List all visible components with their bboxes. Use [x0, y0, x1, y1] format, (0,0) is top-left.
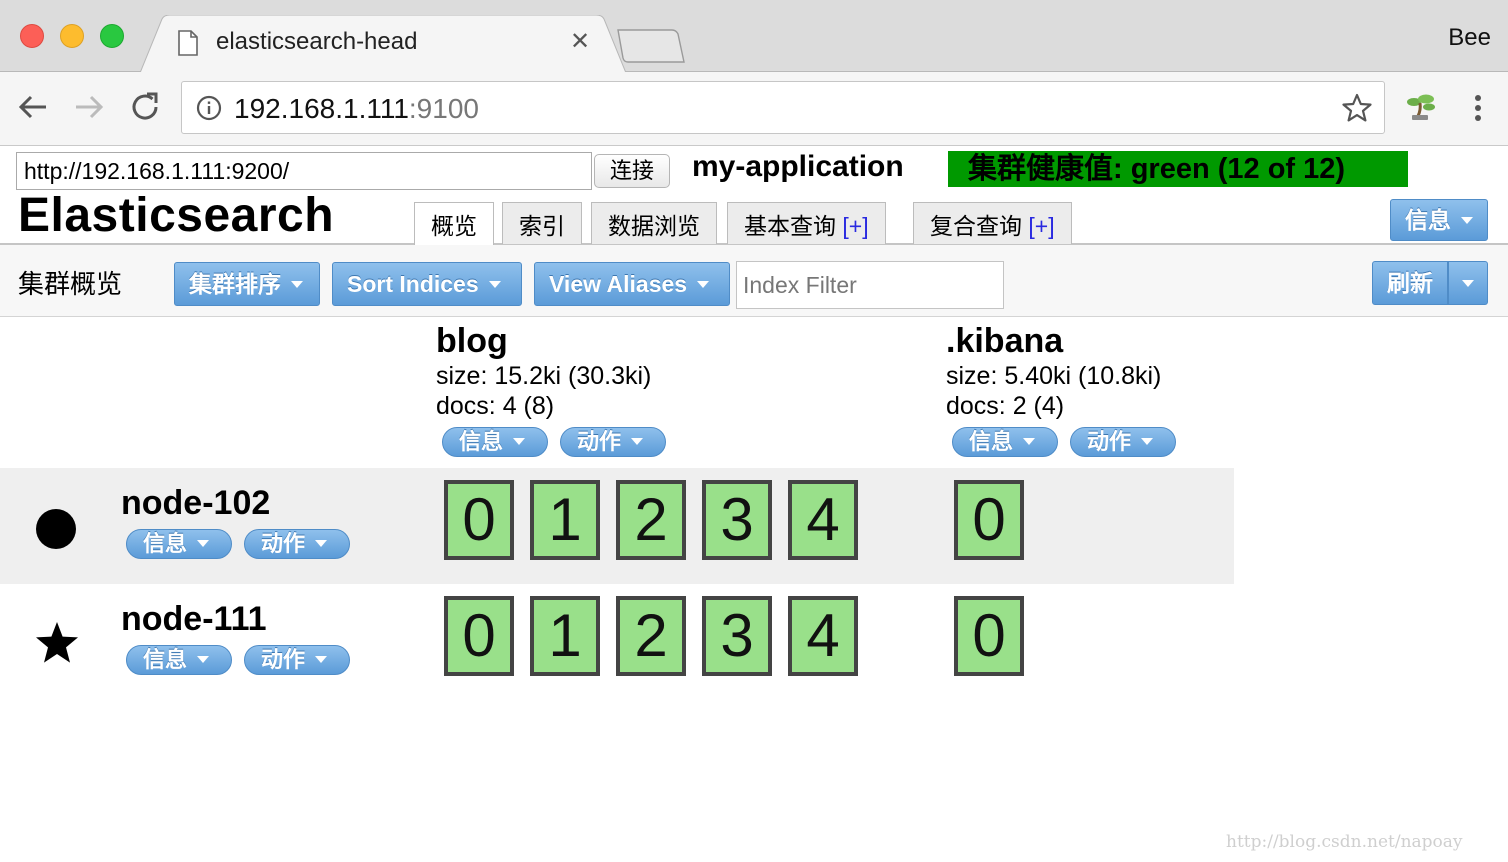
node-info-button-102[interactable]: 信息 [126, 529, 232, 559]
shard-blog-1-node-102[interactable]: 1 [530, 480, 600, 560]
index-action-button-blog[interactable]: 动作 [560, 427, 666, 457]
chevron-down-icon [197, 656, 210, 664]
chevron-down-icon [315, 656, 328, 664]
shard-blog-2-node-102[interactable]: 2 [616, 480, 686, 560]
chevron-down-icon [1462, 279, 1474, 287]
master-node-star-icon [36, 622, 78, 663]
chevron-down-icon [1461, 216, 1473, 224]
index-size-blog: size: 15.2ki (30.3ki) [436, 362, 652, 390]
node-name-102: node-102 [121, 484, 271, 522]
index-docs-blog: docs: 4 (8) [436, 392, 555, 420]
node-action-button-111[interactable]: 动作 [244, 645, 350, 675]
shard-blog-3-node-102[interactable]: 3 [702, 480, 772, 560]
node-name-111: node-111 [121, 600, 267, 638]
master-node-circle-icon [36, 509, 76, 549]
window-minimize-button[interactable] [60, 24, 84, 48]
new-tab-button[interactable] [616, 28, 686, 64]
url-port: :9100 [408, 93, 479, 124]
reload-icon[interactable] [128, 90, 162, 124]
shard-kibana-0-node-111[interactable]: 0 [954, 596, 1024, 676]
shard-blog-0-node-102[interactable]: 0 [444, 480, 514, 560]
kebab-menu-icon[interactable] [1466, 92, 1490, 124]
browser-titlebar: elasticsearch-head ✕ Bee [0, 0, 1508, 73]
sort-indices-button[interactable]: Sort Indices [332, 262, 522, 306]
shard-blog-1-node-111[interactable]: 1 [530, 596, 600, 676]
index-name-blog: blog [436, 322, 508, 360]
index-name-kibana: .kibana [946, 322, 1064, 360]
tab-indices[interactable]: 索引 [502, 202, 582, 244]
basic-query-plus[interactable]: [+] [842, 213, 868, 239]
cluster-name: my-application [692, 150, 904, 183]
index-action-button-kibana[interactable]: 动作 [1070, 427, 1176, 457]
watermark: http://blog.csdn.net/napoay [1226, 832, 1463, 852]
header-info-button[interactable]: 信息 [1390, 199, 1488, 241]
overview-title: 集群概览 [18, 269, 123, 299]
profile-name[interactable]: Bee [1448, 24, 1491, 52]
chevron-down-icon [291, 280, 303, 288]
refresh-button[interactable]: 刷新 [1372, 261, 1448, 305]
sort-cluster-button[interactable]: 集群排序 [174, 262, 320, 306]
connect-button[interactable]: 连接 [594, 154, 670, 188]
index-info-button-kibana[interactable]: 信息 [952, 427, 1058, 457]
app-brand-title: Elasticsearch [18, 189, 335, 242]
view-aliases-button[interactable]: View Aliases [534, 262, 730, 306]
chevron-down-icon [631, 438, 644, 446]
tab-basic-query[interactable]: 基本查询 [+] [727, 202, 886, 244]
refresh-interval-dropdown[interactable] [1448, 261, 1488, 305]
bonsai-extension-icon[interactable] [1404, 90, 1438, 124]
tab-compound-query[interactable]: 复合查询 [+] [913, 202, 1072, 244]
forward-arrow-icon[interactable] [72, 90, 106, 124]
tab-overview[interactable]: 概览 [414, 202, 494, 246]
url-text[interactable]: 192.168.1.111:9100 [234, 93, 479, 125]
index-docs-kibana: docs: 2 (4) [946, 392, 1065, 420]
cluster-health-badge: 集群健康值: green (12 of 12) [948, 151, 1408, 187]
browser-tab-title: elasticsearch-head [216, 28, 418, 55]
chevron-down-icon [1023, 438, 1036, 446]
close-icon[interactable]: ✕ [570, 30, 590, 54]
shard-blog-2-node-111[interactable]: 2 [616, 596, 686, 676]
shard-blog-4-node-102[interactable]: 4 [788, 480, 858, 560]
window-close-button[interactable] [20, 24, 44, 48]
chevron-down-icon [488, 280, 501, 288]
chevron-down-icon [1141, 438, 1154, 446]
back-arrow-icon[interactable] [16, 90, 50, 124]
address-bar[interactable]: 192.168.1.111:9100 [181, 81, 1385, 134]
compound-query-plus[interactable]: [+] [1028, 213, 1054, 239]
node-action-button-102[interactable]: 动作 [244, 529, 350, 559]
index-size-kibana: size: 5.40ki (10.8ki) [946, 362, 1162, 390]
chevron-down-icon [513, 438, 526, 446]
shard-blog-0-node-111[interactable]: 0 [444, 596, 514, 676]
shard-kibana-0-node-102[interactable]: 0 [954, 480, 1024, 560]
chevron-down-icon [697, 280, 710, 288]
shard-blog-3-node-111[interactable]: 3 [702, 596, 772, 676]
connection-url-input[interactable] [16, 152, 592, 190]
shard-blog-4-node-111[interactable]: 4 [788, 596, 858, 676]
info-icon[interactable] [196, 95, 222, 121]
index-filter-input[interactable] [736, 261, 1004, 309]
chevron-down-icon [197, 540, 210, 548]
node-info-button-111[interactable]: 信息 [126, 645, 232, 675]
window-maximize-button[interactable] [100, 24, 124, 48]
index-info-button-blog[interactable]: 信息 [442, 427, 548, 457]
document-icon [178, 30, 198, 56]
bookmark-star-icon[interactable] [1342, 93, 1372, 123]
chevron-down-icon [315, 540, 328, 548]
browser-toolbar: 192.168.1.111:9100 [0, 72, 1508, 146]
tab-browser[interactable]: 数据浏览 [591, 202, 717, 244]
